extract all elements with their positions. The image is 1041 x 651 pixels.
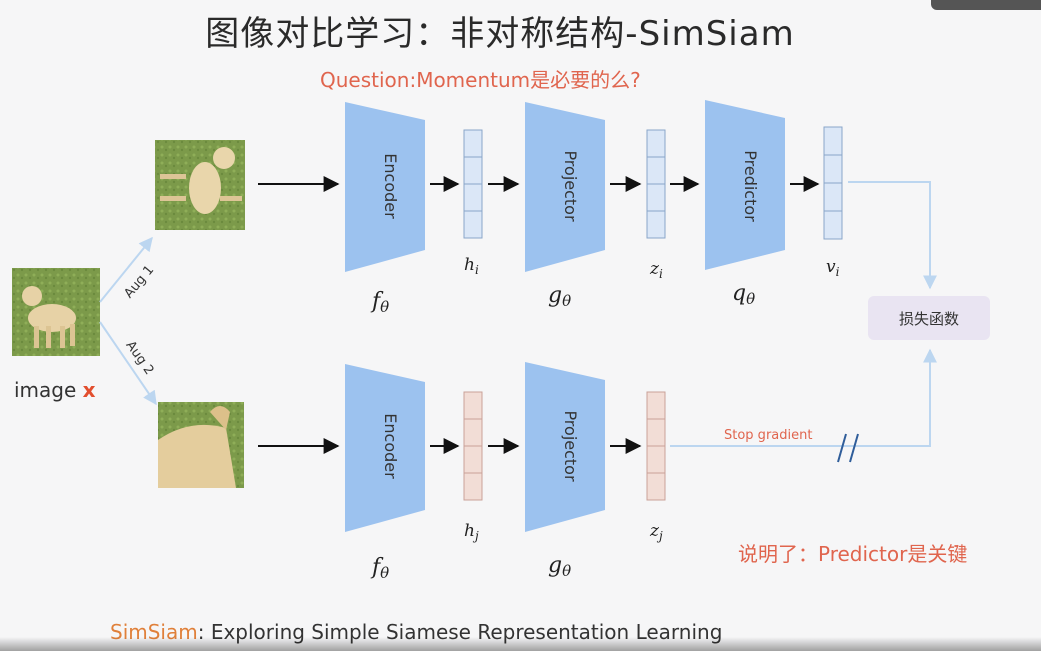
projector-label-top: Projector — [561, 150, 580, 222]
f-theta-bottom: fθ — [370, 555, 389, 582]
image-var-x: x — [82, 378, 96, 402]
z-i-label: zi — [649, 259, 663, 281]
aug2-label: Aug 2 — [122, 338, 156, 378]
h-j-label: hj — [464, 521, 479, 543]
v-i-label: vi — [826, 257, 840, 279]
projector-label-bottom: Projector — [561, 410, 580, 482]
g-theta-bottom: gθ — [548, 553, 571, 580]
augmented-image-1 — [155, 140, 245, 230]
g-theta-top: gθ — [548, 283, 571, 310]
stop-gradient-label: Stop gradient — [724, 428, 812, 443]
q-theta: qθ — [732, 281, 755, 308]
augmented-image-2 — [158, 402, 244, 488]
bottom-shadow — [0, 637, 1041, 651]
conclusion-text: 说明了：Predictor是关键 — [738, 542, 968, 566]
vector-z-bottom — [646, 391, 666, 501]
arrow-v-to-loss — [848, 181, 937, 290]
vector-h-top — [463, 129, 483, 239]
stop-gradient-mark-2 — [849, 433, 859, 463]
encoder-label-top: Encoder — [381, 153, 400, 219]
loss-function-box: 损失函数 — [868, 296, 990, 340]
image-x-label: image x — [14, 378, 96, 402]
diagram-stage: 图像对比学习：非对称结构-SimSiam Question:Momentum是必… — [0, 0, 1041, 651]
vector-h-bottom — [463, 391, 483, 501]
vector-v — [823, 126, 843, 240]
input-image — [12, 268, 100, 356]
h-i-label: hi — [464, 255, 479, 277]
predictor-label: Predictor — [741, 150, 760, 222]
stop-gradient-mark-1 — [837, 433, 847, 463]
image-label-text: image — [14, 378, 77, 402]
encoder-label-bottom: Encoder — [381, 413, 400, 479]
f-theta-top: fθ — [370, 289, 389, 316]
z-j-label: zj — [649, 521, 663, 543]
vector-z-top — [646, 129, 666, 239]
